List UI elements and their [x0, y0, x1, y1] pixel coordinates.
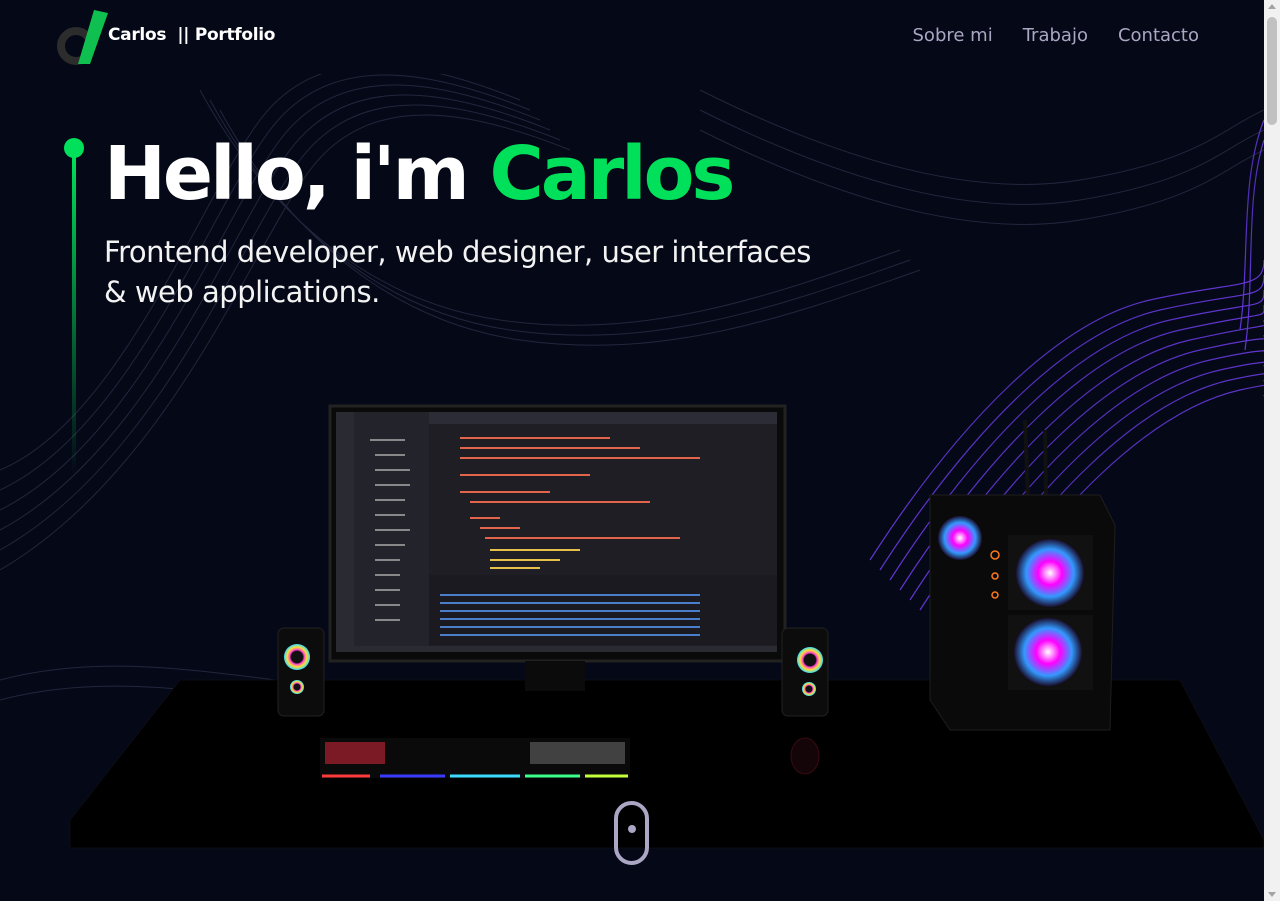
monitor	[328, 404, 787, 691]
hero-subtitle-line-1: Frontend developer, web designer, user i…	[104, 235, 811, 269]
navbar: Carlos || Portfolio Sobre mi Trabajo Con…	[0, 0, 1264, 74]
hero-subtitle-line-2: & web applications.	[104, 275, 380, 309]
hero-name: Carlos	[489, 131, 735, 217]
mouse	[790, 737, 820, 775]
pc-tower	[929, 419, 1116, 731]
hero-greeting: Hello, i'm	[104, 131, 490, 217]
scrollbar-thumb[interactable]	[1267, 17, 1277, 125]
nav-link-sobre-mi[interactable]: Sobre mi	[913, 25, 993, 46]
hero-title: Hello, i'm Carlos	[104, 131, 735, 217]
scroll-down-icon	[628, 825, 636, 833]
vertical-scrollbar[interactable]	[1264, 0, 1280, 901]
scroll-down-indicator[interactable]	[614, 801, 649, 865]
left-speaker	[277, 627, 325, 717]
nav-links: Sobre mi Trabajo Contacto	[913, 25, 1200, 46]
nav-link-contacto[interactable]: Contacto	[1118, 25, 1199, 46]
brand-name[interactable]: Carlos || Portfolio	[108, 25, 276, 45]
keyboard	[320, 738, 630, 778]
hero-subtitle: Frontend developer, web designer, user i…	[104, 232, 884, 312]
right-speaker	[781, 627, 829, 717]
nav-link-trabajo[interactable]: Trabajo	[1023, 25, 1088, 46]
logo-icon[interactable]	[56, 8, 112, 66]
computer-scene[interactable]	[0, 400, 1264, 860]
scroll-down-arrow-icon[interactable]	[1268, 892, 1276, 897]
scroll-up-arrow-icon[interactable]	[1268, 4, 1276, 9]
